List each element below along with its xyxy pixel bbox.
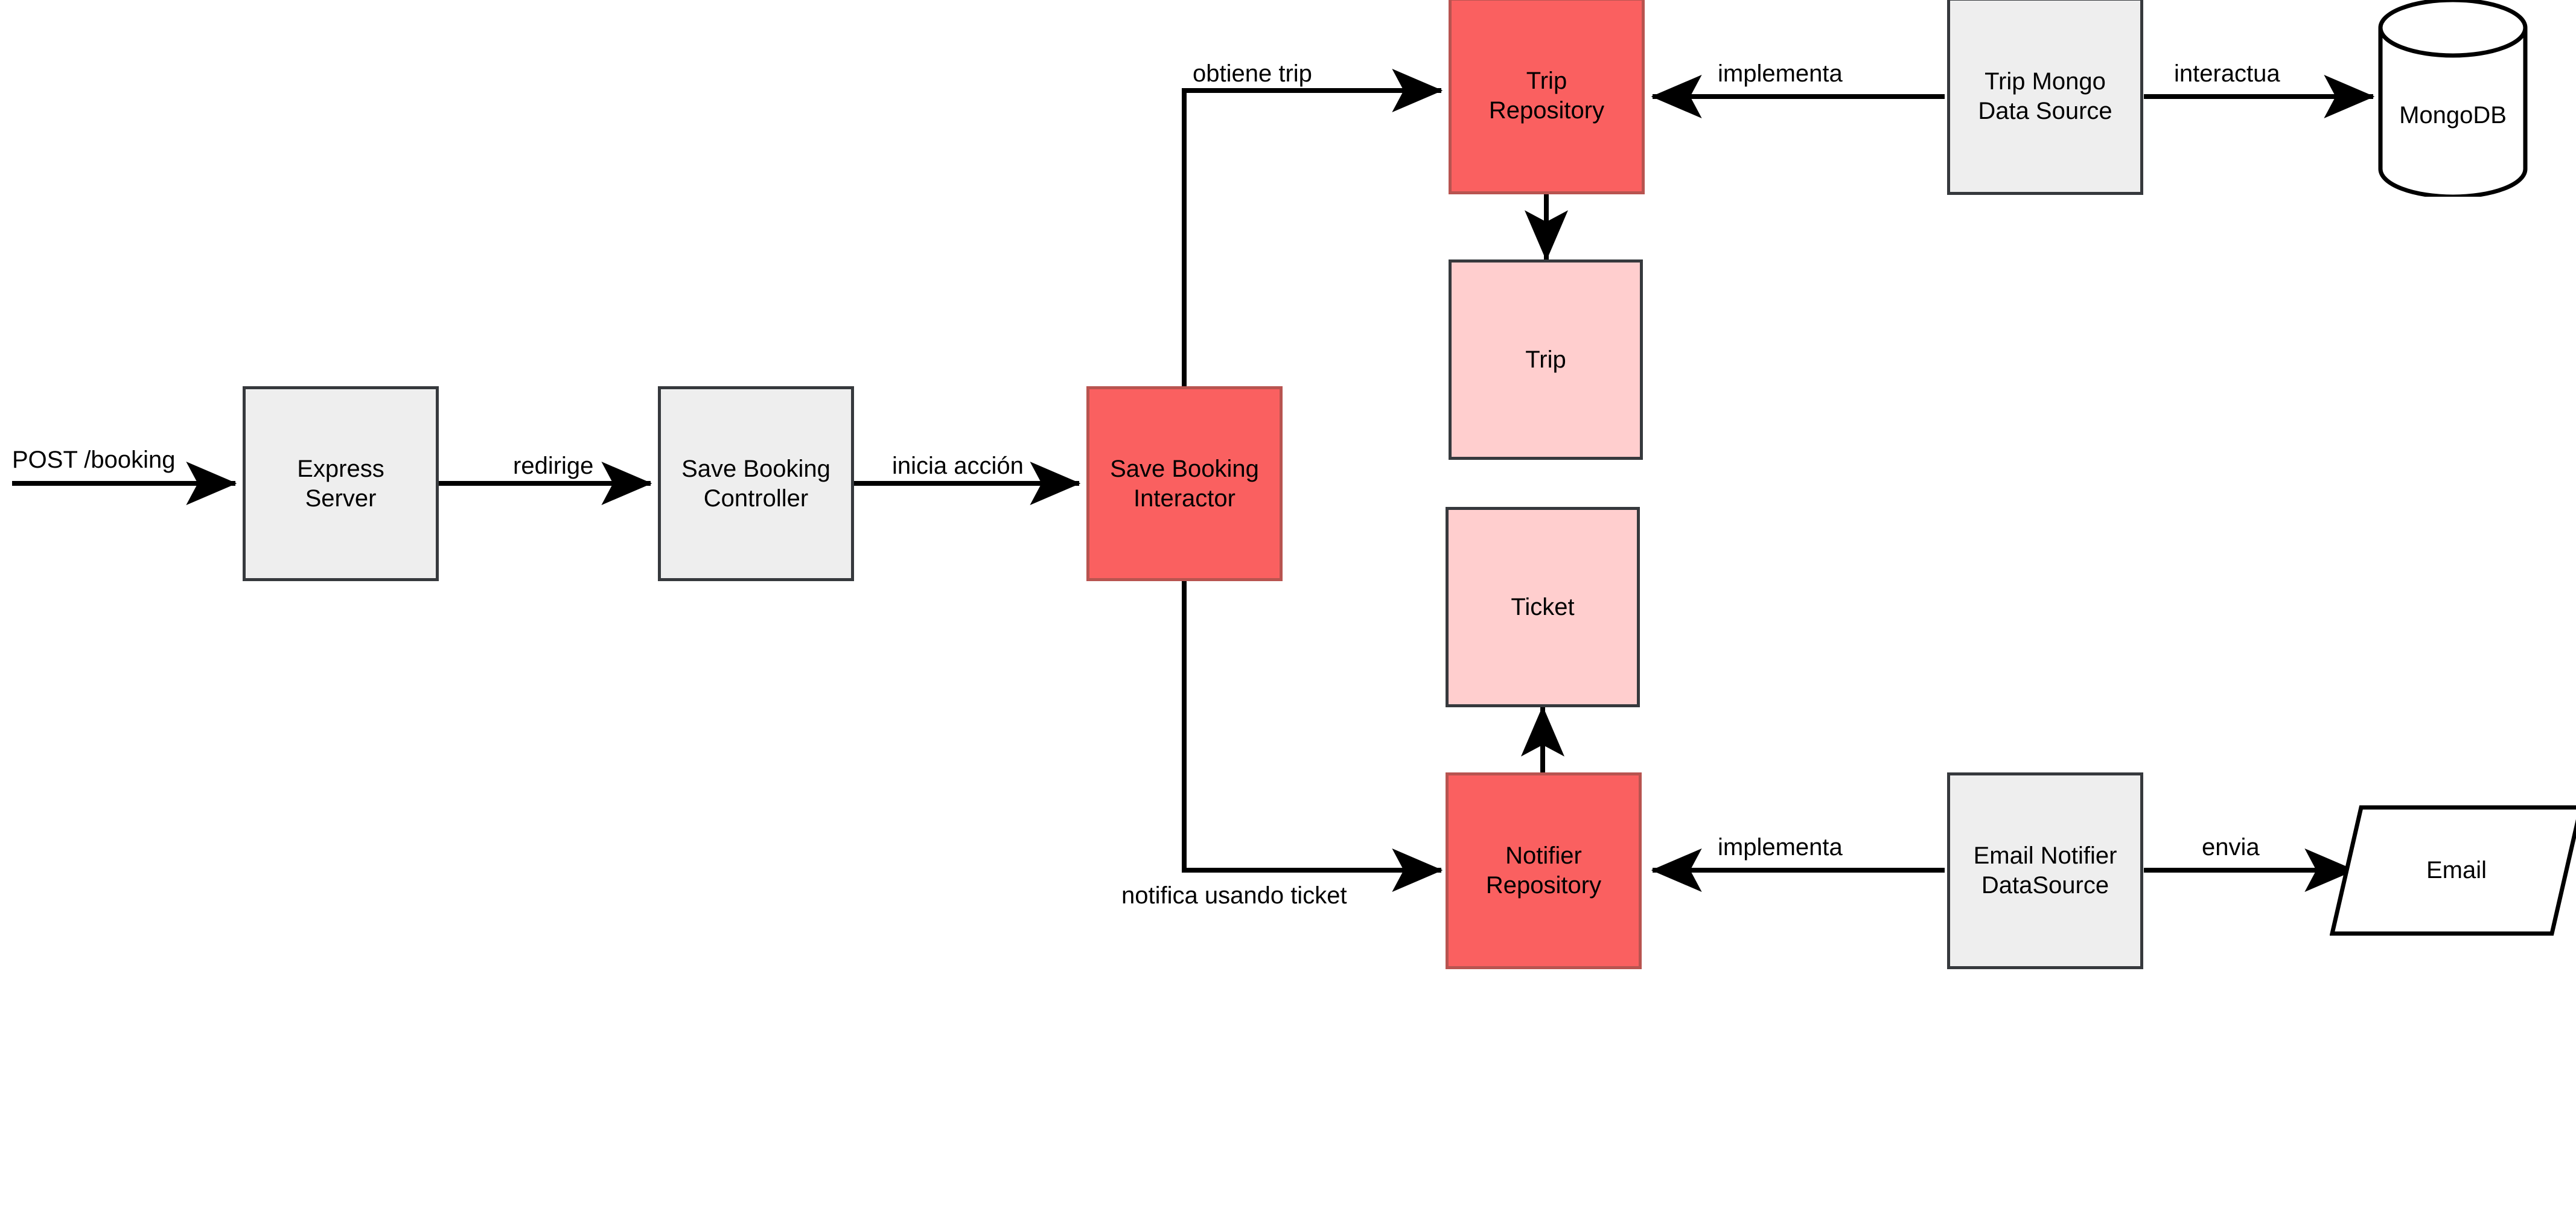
- edge-label-interactua: interactua: [2174, 60, 2280, 87]
- node-trip[interactable]: Trip: [1449, 259, 1643, 460]
- node-trip-mongo-data-source[interactable]: Trip Mongo Data Source: [1947, 0, 2143, 195]
- node-express-server-label: Express Server: [297, 455, 384, 512]
- edge-notifica-usando-ticket: [1182, 581, 1443, 892]
- edge-obtiene-trip: [1182, 69, 1443, 386]
- node-trip-label: Trip: [1525, 346, 1566, 373]
- edge-label-redirige: redirige: [513, 453, 594, 479]
- node-trip-repository[interactable]: Trip Repository: [1449, 0, 1645, 194]
- node-email[interactable]: Email: [2330, 803, 2576, 938]
- node-email-notifier-datasource[interactable]: Email Notifier DataSource: [1947, 772, 2143, 969]
- node-ticket-label: Ticket: [1511, 593, 1575, 620]
- node-trip-repository-label: Trip Repository: [1488, 68, 1605, 124]
- edge-label-obtiene-trip: obtiene trip: [1193, 60, 1312, 87]
- node-email-notifier-datasource-label: Email Notifier DataSource: [1973, 842, 2117, 899]
- node-mongodb[interactable]: MongoDB: [2376, 0, 2530, 197]
- edge-label-inicia-accion: inicia acción: [892, 453, 1024, 479]
- node-save-booking-interactor-label: Save Booking Interactor: [1110, 455, 1259, 512]
- edge-label-envia: envia: [2202, 834, 2260, 861]
- node-save-booking-controller-label: Save Booking Controller: [681, 455, 831, 512]
- node-ticket[interactable]: Ticket: [1446, 507, 1640, 707]
- edge-label-implementa-trip: implementa: [1718, 60, 1843, 87]
- node-notifier-repository-label: Notifier Repository: [1485, 842, 1602, 899]
- node-express-server[interactable]: Express Server: [243, 386, 439, 581]
- diagram-canvas: Express Server Save Booking Controller S…: [0, 0, 2576, 1219]
- node-email-label: Email: [2426, 857, 2487, 884]
- node-notifier-repository[interactable]: Notifier Repository: [1446, 772, 1642, 969]
- edge-layer: [12, 69, 2375, 892]
- node-mongodb-label: MongoDB: [2399, 101, 2507, 129]
- node-trip-mongo-data-source-label: Trip Mongo Data Source: [1978, 68, 2112, 124]
- edge-label-post-booking: POST /booking: [12, 447, 176, 473]
- edge-label-notifica-usando-ticket: notifica usando ticket: [1121, 882, 1347, 909]
- node-save-booking-interactor[interactable]: Save Booking Interactor: [1086, 386, 1283, 581]
- edge-label-implementa-notifier: implementa: [1718, 834, 1843, 861]
- node-save-booking-controller[interactable]: Save Booking Controller: [658, 386, 854, 581]
